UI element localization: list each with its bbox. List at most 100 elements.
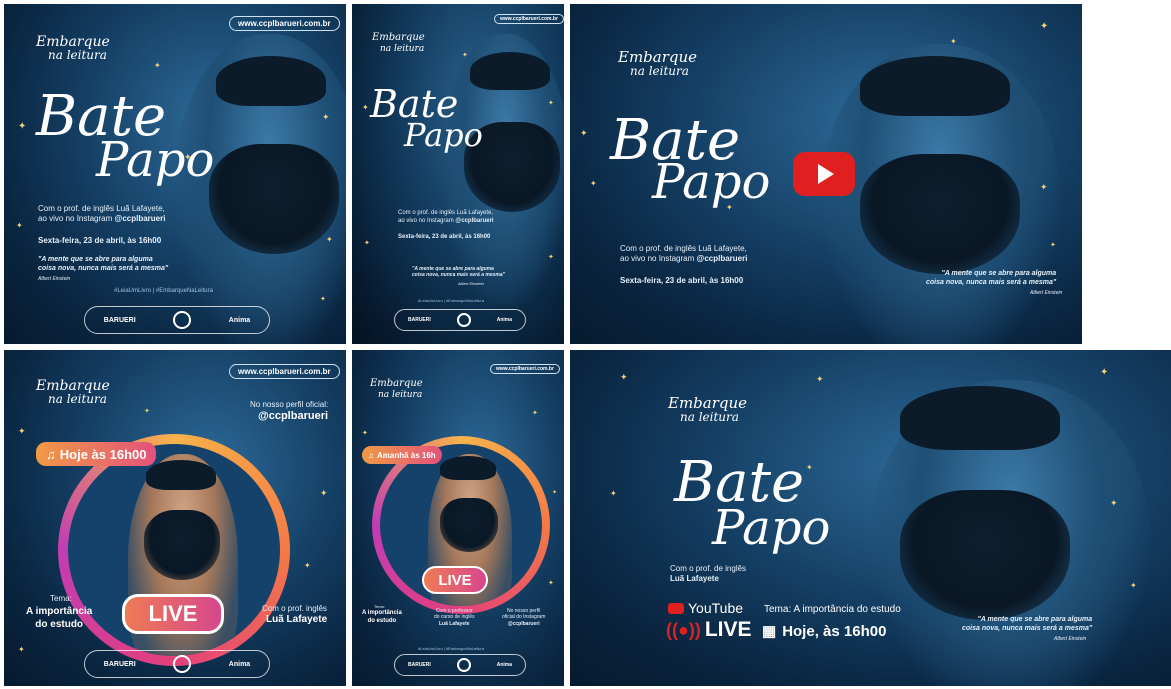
star-icon: ✦ — [320, 295, 326, 303]
music-icon: ♫ — [46, 446, 56, 462]
star-icon: ✦ — [320, 489, 328, 499]
sponsor-footer: BARUERI Anima — [84, 650, 270, 678]
website-url[interactable]: www.ccplbarueri.com.br — [229, 16, 340, 31]
presenter-hair — [216, 56, 326, 106]
poster-story-1: www.ccplbarueri.com.br Embarque na leitu… — [352, 4, 564, 344]
youtube-label: YouTube — [668, 600, 743, 616]
star-icon: ✦ — [326, 235, 333, 244]
star-icon: ✦ — [18, 427, 26, 437]
quote-author: Albert Einstein — [38, 276, 71, 282]
papo-title: Papo — [96, 132, 215, 188]
star-icon: ✦ — [620, 373, 628, 383]
presenter-beard — [900, 490, 1070, 620]
calendar-icon: ▦ — [762, 623, 777, 640]
star-icon: ✦ — [1130, 581, 1137, 590]
star-icon: ✦ — [580, 129, 588, 139]
anima-logo: Anima — [228, 316, 251, 324]
star-icon: ✦ — [18, 645, 25, 654]
profile-info: No nosso perfil oficial do Instagram @ccpl… — [502, 608, 546, 627]
time-badge: ♫ Hoje às 16h00 — [36, 442, 157, 466]
star-icon: ✦ — [364, 239, 370, 247]
star-icon: ✦ — [1040, 183, 1048, 193]
star-icon: ✦ — [144, 407, 150, 415]
presenter-beard — [209, 144, 339, 254]
presenter-beard — [440, 498, 498, 552]
poster-wide-youtube: Embarque na leitura Bate Papo Com o prof… — [570, 4, 1082, 344]
star-icon: ✦ — [362, 103, 369, 112]
sponsor-footer: BARUERI Anima — [394, 309, 526, 331]
star-icon: ✦ — [950, 37, 957, 46]
anima-logo: Anima — [496, 317, 512, 323]
star-icon: ✦ — [1100, 367, 1109, 378]
ccpl-logo — [456, 658, 471, 672]
quote: "A mente que se abre para alguma coisa no… — [412, 266, 505, 279]
host-line: Com o prof. de inglês Luã Lafayete — [670, 564, 747, 583]
presenter-hair — [440, 456, 496, 480]
hashtags: #LeiaUmLivro | #EmbarqueNaLeitura — [418, 298, 484, 303]
presenter-hair — [146, 460, 216, 490]
star-icon: ✦ — [154, 61, 161, 70]
presenter-hair — [860, 56, 1010, 116]
barueri-logo: BARUERI — [103, 660, 136, 668]
star-icon: ✦ — [16, 221, 23, 230]
broadcast-icon: ((●)) — [666, 619, 701, 640]
star-icon: ✦ — [18, 121, 27, 132]
sponsor-footer: BARUERI Anima — [394, 654, 526, 676]
host-line: Com o prof. de inglês Luã Lafayete, ao v… — [620, 244, 748, 263]
website-url[interactable]: www.ccplbarueri.com.br — [229, 364, 340, 379]
star-icon: ✦ — [532, 409, 538, 417]
poster-live-square: www.ccplbarueri.com.br Embarque na leitu… — [4, 350, 346, 686]
star-icon: ✦ — [322, 113, 330, 123]
host-line: Com o prof. de inglês Luã Lafayete, ao v… — [38, 204, 166, 223]
anima-logo: Anima — [228, 660, 251, 668]
star-icon: ✦ — [304, 561, 311, 570]
time-badge: ♫ Amanhã às 16h — [362, 446, 442, 464]
ccpl-logo — [173, 655, 192, 673]
na-leitura-text: na leitura — [48, 48, 107, 62]
na-leitura-text: na leitura — [630, 64, 689, 78]
prof-info: Com o professor do curso de inglês Luã Laf… — [434, 608, 475, 627]
papo-title: Papo — [652, 154, 771, 210]
event-when: ▦ Hoje, às 16h00 — [762, 622, 887, 641]
prof-name: Luã Lafayete — [266, 614, 328, 625]
hashtags: #LeiaUmLivro | #EmbarqueNaLeitura — [418, 646, 484, 651]
star-icon: ✦ — [362, 429, 368, 437]
embarque-text: Embarque — [372, 32, 425, 43]
website-url[interactable]: www.ccplbarueri.com.br — [490, 364, 560, 374]
tema-text: A importância do estudo — [26, 606, 93, 630]
quote-author: Albert Einstein — [1054, 636, 1087, 642]
barueri-logo: BARUERI — [407, 662, 431, 668]
event-date: Sexta-feira, 23 de abril, às 16h00 — [398, 234, 491, 240]
prof-label: Com o prof. inglês — [262, 604, 327, 613]
poster-square-1: www.ccplbarueri.com.br Embarque na leitu… — [4, 4, 346, 344]
poster-wide-youtube-live: Embarque na leitura Bate Papo Com o prof… — [570, 350, 1171, 686]
ccpl-logo — [173, 311, 192, 329]
youtube-icon — [668, 602, 684, 614]
ccpl-logo — [456, 313, 471, 327]
website-url[interactable]: www.ccplbarueri.com.br — [494, 14, 564, 24]
quote: "A mente que se abre para alguma coisa no… — [926, 270, 1057, 286]
tema-label: Tema: — [374, 604, 385, 609]
star-icon: ✦ — [1110, 499, 1118, 509]
tema-label: Tema: — [50, 594, 72, 603]
tema-text: A importância do estudo — [362, 610, 402, 624]
presenter-beard — [144, 510, 220, 580]
na-leitura-text: na leitura — [680, 410, 739, 424]
star-icon: ✦ — [590, 179, 597, 188]
star-icon: ✦ — [548, 579, 554, 587]
star-icon: ✦ — [816, 375, 824, 385]
sponsor-footer: BARUERI Anima — [84, 306, 270, 334]
star-icon: ✦ — [548, 99, 554, 107]
youtube-play-button[interactable] — [793, 152, 855, 196]
instagram-handle: @ccplbarueri — [258, 410, 329, 422]
quote-author: Albert Einstein — [458, 281, 484, 286]
live-label: LIVE — [122, 594, 224, 634]
profile-label: No nosso perfil oficial: — [250, 400, 329, 409]
star-icon: ✦ — [548, 253, 554, 261]
star-icon: ✦ — [1050, 241, 1056, 249]
live-label: LIVE — [422, 566, 488, 594]
quote-author: Albert Einstein — [1030, 290, 1063, 296]
na-leitura-text: na leitura — [378, 390, 423, 400]
quote: "A mente que se abre para alguma coisa no… — [38, 256, 169, 272]
papo-title: Papo — [712, 500, 831, 556]
